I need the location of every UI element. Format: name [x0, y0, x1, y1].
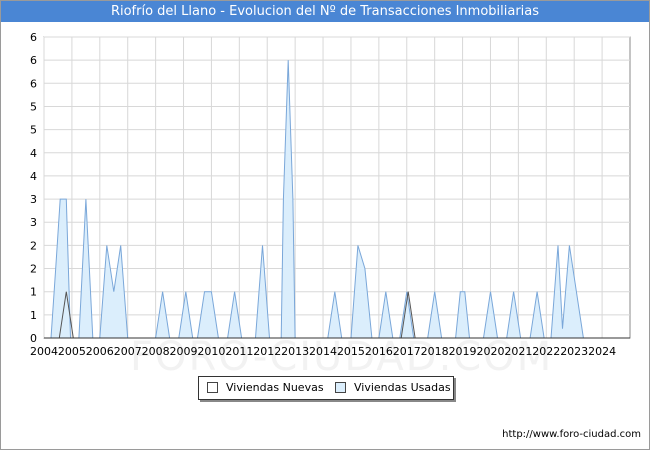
- legend-item-new: Viviendas Nuevas: [207, 381, 324, 394]
- y-tick-label: 6: [30, 31, 37, 44]
- y-tick-label: 5: [30, 100, 37, 113]
- y-tick-label: 4: [30, 170, 37, 183]
- y-tick-label: 2: [30, 239, 37, 252]
- source-url[interactable]: http://www.foro-ciudad.com: [502, 429, 641, 440]
- x-tick-label: 2005: [58, 345, 86, 358]
- x-tick-label: 2024: [588, 345, 616, 358]
- x-tick-label: 2011: [225, 345, 253, 358]
- x-tick-label: 2017: [393, 345, 421, 358]
- y-tick-label: 2: [30, 263, 37, 276]
- x-tick-label: 2013: [281, 345, 309, 358]
- x-axis-ticks: 2004 2005 2006 2007 2008 2009 2010 2011 2012 2013…: [30, 345, 616, 358]
- y-tick-label: 1: [30, 309, 37, 322]
- x-tick-label: 2006: [86, 345, 114, 358]
- y-tick-label: 4: [30, 147, 37, 160]
- x-tick-label: 2018: [421, 345, 449, 358]
- x-tick-label: 2007: [114, 345, 142, 358]
- y-tick-label: 3: [30, 193, 37, 206]
- x-tick-label: 2023: [560, 345, 588, 358]
- legend-swatch-new: [207, 382, 218, 393]
- y-tick-label: 1: [30, 286, 37, 299]
- x-tick-label: 2010: [197, 345, 225, 358]
- x-tick-label: 2012: [253, 345, 281, 358]
- x-tick-label: 2015: [337, 345, 365, 358]
- plot-background: [43, 36, 631, 339]
- x-tick-label: 2019: [449, 345, 477, 358]
- y-tick-label: 3: [30, 216, 37, 229]
- x-tick-label: 2009: [170, 345, 198, 358]
- legend: Viviendas Nuevas Viviendas Usadas: [198, 376, 454, 400]
- legend-swatch-used: [335, 382, 346, 393]
- y-tick-label: 6: [30, 54, 37, 67]
- x-tick-label: 2004: [30, 345, 58, 358]
- y-tick-label: 0: [30, 332, 37, 345]
- legend-item-used: Viviendas Usadas: [335, 381, 451, 394]
- x-tick-label: 2021: [504, 345, 532, 358]
- x-tick-label: 2020: [476, 345, 504, 358]
- x-tick-label: 2022: [532, 345, 560, 358]
- y-axis-ticks: 0 1 1 2 2 3 3 4 4 5 5 6 6 6: [30, 31, 37, 345]
- legend-label-new: Viviendas Nuevas: [226, 381, 324, 394]
- y-tick-label: 6: [30, 77, 37, 90]
- legend-label-used: Viviendas Usadas: [354, 381, 451, 394]
- x-tick-label: 2008: [142, 345, 170, 358]
- x-tick-label: 2014: [309, 345, 337, 358]
- x-tick-label: 2016: [365, 345, 393, 358]
- y-tick-label: 5: [30, 124, 37, 137]
